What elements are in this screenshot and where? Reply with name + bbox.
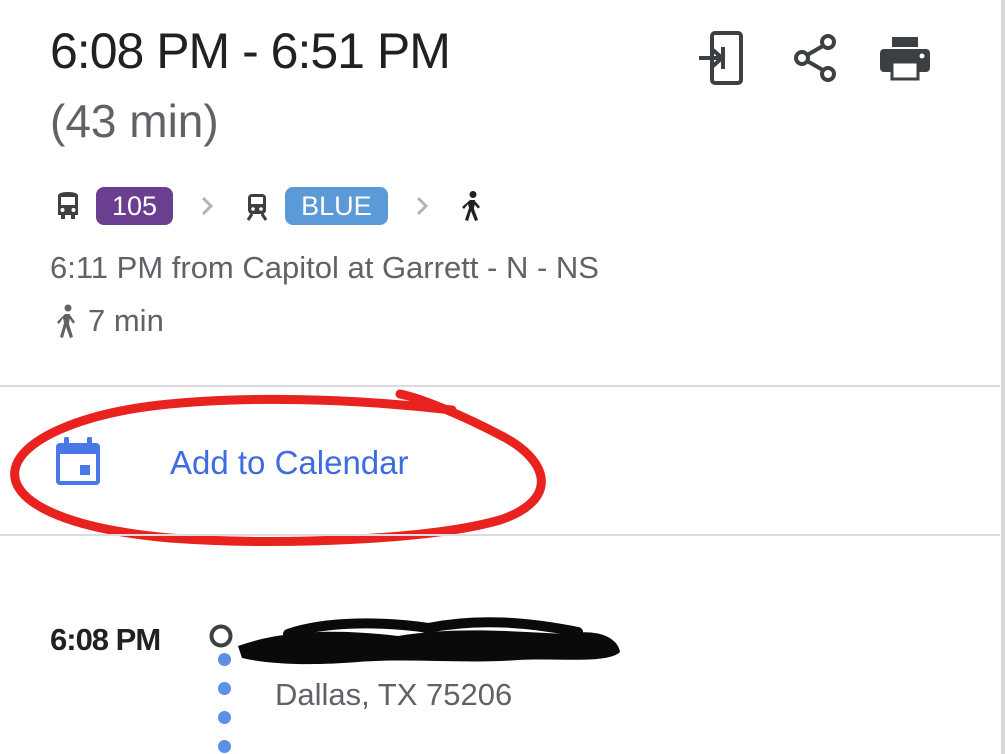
step-time: 6:08 PM bbox=[50, 622, 161, 657]
bus-icon bbox=[52, 190, 84, 222]
departure-info: 6:11 PM from Capitol at Garrett - N - NS bbox=[50, 250, 599, 285]
route-dot bbox=[218, 740, 231, 753]
add-to-calendar-label: Add to Calendar bbox=[170, 444, 409, 481]
route-summary: 105 BLUE bbox=[52, 184, 488, 228]
tram-icon bbox=[241, 190, 273, 222]
bus-line-badge: 105 bbox=[96, 187, 174, 225]
walk-time-row: 7 min bbox=[50, 302, 164, 340]
route-dot bbox=[218, 711, 231, 724]
trip-duration: (43 min) bbox=[50, 95, 219, 147]
route-dot bbox=[218, 653, 231, 666]
chevron-right-icon bbox=[195, 190, 219, 222]
calendar-icon bbox=[54, 436, 104, 488]
print-icon[interactable] bbox=[877, 30, 933, 86]
walk-icon bbox=[456, 190, 488, 222]
send-to-phone-icon[interactable] bbox=[696, 30, 752, 86]
divider bbox=[0, 385, 1000, 387]
redacted-location bbox=[228, 608, 628, 670]
divider bbox=[0, 534, 1000, 536]
chevron-right-icon bbox=[410, 190, 434, 222]
add-to-calendar-button[interactable]: Add to Calendar bbox=[0, 388, 1000, 534]
walk-icon bbox=[50, 302, 84, 340]
scrollbar[interactable] bbox=[1001, 0, 1005, 754]
walk-time: 7 min bbox=[88, 303, 164, 338]
step-address: Dallas, TX 75206 bbox=[275, 677, 513, 712]
share-icon[interactable] bbox=[788, 30, 844, 86]
trip-time-range: 6:08 PM - 6:51 PM bbox=[50, 23, 451, 79]
rail-line-badge: BLUE bbox=[285, 187, 388, 225]
route-dot bbox=[218, 682, 231, 695]
